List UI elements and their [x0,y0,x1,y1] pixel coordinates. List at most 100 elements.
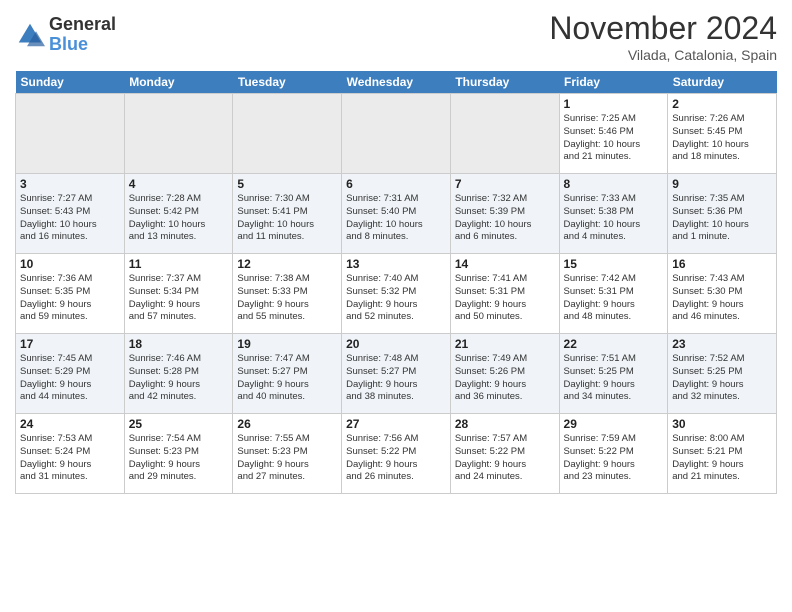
day-number: 17 [20,337,120,351]
day-info: Sunrise: 7:49 AM Sunset: 5:26 PM Dayligh… [455,353,555,404]
day-number: 1 [564,97,664,111]
calendar-day: 11 Sunrise: 7:37 AM Sunset: 5:34 PM Dayli… [124,254,233,334]
weekday-header: Wednesday [342,71,451,94]
day-number: 21 [455,337,555,351]
day-info: Sunrise: 7:37 AM Sunset: 5:34 PM Dayligh… [129,273,229,324]
day-number: 14 [455,257,555,271]
weekday-header-row: SundayMondayTuesdayWednesdayThursdayFrid… [16,71,777,94]
day-number: 24 [20,417,120,431]
day-info: Sunrise: 7:35 AM Sunset: 5:36 PM Dayligh… [672,193,772,244]
day-number: 25 [129,417,229,431]
calendar-day [16,94,125,174]
calendar-day: 16 Sunrise: 7:43 AM Sunset: 5:30 PM Dayli… [668,254,777,334]
day-number: 15 [564,257,664,271]
day-info: Sunrise: 7:42 AM Sunset: 5:31 PM Dayligh… [564,273,664,324]
calendar-day [450,94,559,174]
location: Vilada, Catalonia, Spain [549,47,777,63]
calendar-day: 30 Sunrise: 8:00 AM Sunset: 5:21 PM Dayli… [668,414,777,494]
day-number: 30 [672,417,772,431]
day-number: 3 [20,177,120,191]
day-info: Sunrise: 7:57 AM Sunset: 5:22 PM Dayligh… [455,433,555,484]
calendar-day: 6 Sunrise: 7:31 AM Sunset: 5:40 PM Daylig… [342,174,451,254]
day-number: 20 [346,337,446,351]
day-info: Sunrise: 7:59 AM Sunset: 5:22 PM Dayligh… [564,433,664,484]
logo: General Blue [15,15,116,55]
day-info: Sunrise: 7:25 AM Sunset: 5:46 PM Dayligh… [564,113,664,164]
logo-general: General [49,15,116,35]
day-info: Sunrise: 7:38 AM Sunset: 5:33 PM Dayligh… [237,273,337,324]
weekday-header: Friday [559,71,668,94]
day-number: 11 [129,257,229,271]
calendar-day: 12 Sunrise: 7:38 AM Sunset: 5:33 PM Dayli… [233,254,342,334]
calendar-day: 29Sunrise: 7:59 AM Sunset: 5:22 PM Dayli… [559,414,668,494]
calendar-day: 10 Sunrise: 7:36 AM Sunset: 5:35 PM Dayli… [16,254,125,334]
day-info: Sunrise: 7:51 AM Sunset: 5:25 PM Dayligh… [564,353,664,404]
day-number: 5 [237,177,337,191]
day-info: Sunrise: 7:46 AM Sunset: 5:28 PM Dayligh… [129,353,229,404]
day-info: Sunrise: 7:54 AM Sunset: 5:23 PM Dayligh… [129,433,229,484]
calendar-day: 8Sunrise: 7:33 AM Sunset: 5:38 PM Daylig… [559,174,668,254]
calendar-day: 21 Sunrise: 7:49 AM Sunset: 5:26 PM Dayli… [450,334,559,414]
day-number: 26 [237,417,337,431]
weekday-header: Thursday [450,71,559,94]
calendar-day: 4 Sunrise: 7:28 AM Sunset: 5:42 PM Daylig… [124,174,233,254]
day-number: 27 [346,417,446,431]
calendar: SundayMondayTuesdayWednesdayThursdayFrid… [15,71,777,494]
calendar-day: 27 Sunrise: 7:56 AM Sunset: 5:22 PM Dayli… [342,414,451,494]
day-info: Sunrise: 7:41 AM Sunset: 5:31 PM Dayligh… [455,273,555,324]
day-info: Sunrise: 7:47 AM Sunset: 5:27 PM Dayligh… [237,353,337,404]
calendar-week-row: 17 Sunrise: 7:45 AM Sunset: 5:29 PM Dayli… [16,334,777,414]
weekday-header: Saturday [668,71,777,94]
calendar-day: 22 Sunrise: 7:51 AM Sunset: 5:25 PM Dayli… [559,334,668,414]
day-info: Sunrise: 7:52 AM Sunset: 5:25 PM Dayligh… [672,353,772,404]
day-number: 8 [564,177,664,191]
weekday-header: Sunday [16,71,125,94]
day-info: Sunrise: 7:28 AM Sunset: 5:42 PM Dayligh… [129,193,229,244]
calendar-day: 23 Sunrise: 7:52 AM Sunset: 5:25 PM Dayli… [668,334,777,414]
day-info: Sunrise: 7:48 AM Sunset: 5:27 PM Dayligh… [346,353,446,404]
day-info: Sunrise: 8:00 AM Sunset: 5:21 PM Dayligh… [672,433,772,484]
calendar-day: 17 Sunrise: 7:45 AM Sunset: 5:29 PM Dayli… [16,334,125,414]
day-number: 12 [237,257,337,271]
calendar-day: 25 Sunrise: 7:54 AM Sunset: 5:23 PM Dayli… [124,414,233,494]
calendar-day: 15 Sunrise: 7:42 AM Sunset: 5:31 PM Dayli… [559,254,668,334]
weekday-header: Tuesday [233,71,342,94]
day-info: Sunrise: 7:56 AM Sunset: 5:22 PM Dayligh… [346,433,446,484]
day-number: 2 [672,97,772,111]
calendar-day: 20 Sunrise: 7:48 AM Sunset: 5:27 PM Dayli… [342,334,451,414]
day-info: Sunrise: 7:32 AM Sunset: 5:39 PM Dayligh… [455,193,555,244]
calendar-day: 2 Sunrise: 7:26 AM Sunset: 5:45 PM Daylig… [668,94,777,174]
calendar-day: 14 Sunrise: 7:41 AM Sunset: 5:31 PM Dayli… [450,254,559,334]
calendar-week-row: 3Sunrise: 7:27 AM Sunset: 5:43 PM Daylig… [16,174,777,254]
day-info: Sunrise: 7:26 AM Sunset: 5:45 PM Dayligh… [672,113,772,164]
day-number: 7 [455,177,555,191]
day-info: Sunrise: 7:45 AM Sunset: 5:29 PM Dayligh… [20,353,120,404]
calendar-day: 28 Sunrise: 7:57 AM Sunset: 5:22 PM Dayli… [450,414,559,494]
day-number: 28 [455,417,555,431]
calendar-day: 26 Sunrise: 7:55 AM Sunset: 5:23 PM Dayli… [233,414,342,494]
day-info: Sunrise: 7:31 AM Sunset: 5:40 PM Dayligh… [346,193,446,244]
header: General Blue November 2024 Vilada, Catal… [15,10,777,63]
calendar-week-row: 1 Sunrise: 7:25 AM Sunset: 5:46 PM Daylig… [16,94,777,174]
day-info: Sunrise: 7:55 AM Sunset: 5:23 PM Dayligh… [237,433,337,484]
day-number: 16 [672,257,772,271]
day-number: 10 [20,257,120,271]
calendar-day [124,94,233,174]
calendar-week-row: 10 Sunrise: 7:36 AM Sunset: 5:35 PM Dayli… [16,254,777,334]
weekday-header: Monday [124,71,233,94]
calendar-day: 24 Sunrise: 7:53 AM Sunset: 5:24 PM Dayli… [16,414,125,494]
day-number: 6 [346,177,446,191]
calendar-week-row: 24 Sunrise: 7:53 AM Sunset: 5:24 PM Dayli… [16,414,777,494]
calendar-day: 13Sunrise: 7:40 AM Sunset: 5:32 PM Dayli… [342,254,451,334]
day-number: 23 [672,337,772,351]
day-info: Sunrise: 7:36 AM Sunset: 5:35 PM Dayligh… [20,273,120,324]
logo-icon [15,20,45,50]
title-area: November 2024 Vilada, Catalonia, Spain [549,10,777,63]
page-container: General Blue November 2024 Vilada, Catal… [0,0,792,499]
calendar-day: 19Sunrise: 7:47 AM Sunset: 5:27 PM Dayli… [233,334,342,414]
calendar-day: 5Sunrise: 7:30 AM Sunset: 5:41 PM Daylig… [233,174,342,254]
day-number: 22 [564,337,664,351]
day-number: 4 [129,177,229,191]
day-info: Sunrise: 7:53 AM Sunset: 5:24 PM Dayligh… [20,433,120,484]
day-info: Sunrise: 7:43 AM Sunset: 5:30 PM Dayligh… [672,273,772,324]
